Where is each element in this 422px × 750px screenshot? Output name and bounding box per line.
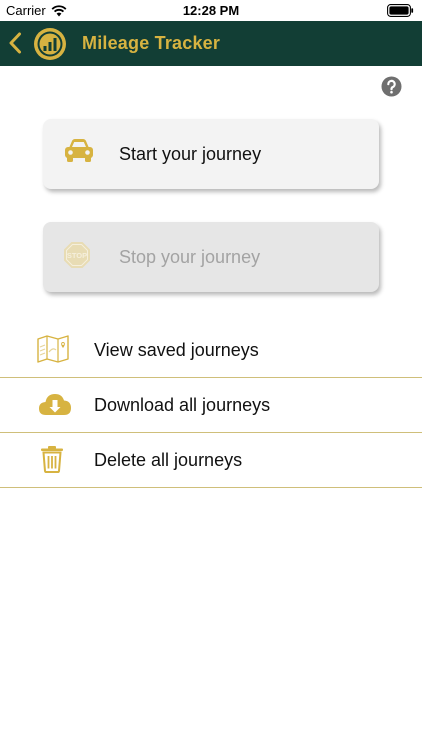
battery-icon <box>387 4 414 20</box>
map-icon <box>37 335 69 368</box>
download-all-journeys-row[interactable]: Download all journeys <box>0 378 422 432</box>
view-saved-journeys-row[interactable]: View saved journeys <box>0 323 422 377</box>
back-button[interactable] <box>6 31 26 55</box>
stop-journey-button: STOP Stop your journey <box>43 222 379 292</box>
download-all-journeys-label: Download all journeys <box>94 395 271 415</box>
help-button[interactable] <box>381 76 402 97</box>
delete-all-journeys-row[interactable]: Delete all journeys <box>0 433 422 487</box>
trash-icon <box>37 445 67 478</box>
divider <box>0 487 422 488</box>
nav-title: Mileage Tracker <box>82 33 221 53</box>
status-time: 12:28 PM <box>182 3 240 18</box>
status-bar: Carrier 12:28 PM <box>0 0 422 21</box>
start-journey-button[interactable]: Start your journey <box>43 119 379 189</box>
stop-journey-label: Stop your journey <box>119 247 261 267</box>
question-circle-icon <box>381 76 402 97</box>
stop-sign-icon: STOP <box>62 240 92 275</box>
navigation-bar: Mileage Tracker <box>0 21 422 66</box>
chevron-left-icon <box>9 32 21 54</box>
app-logo-icon <box>33 27 67 61</box>
start-journey-label: Start your journey <box>119 144 262 164</box>
cloud-download-icon <box>37 390 73 423</box>
view-saved-journeys-label: View saved journeys <box>94 340 259 360</box>
car-icon <box>62 137 96 170</box>
delete-all-journeys-label: Delete all journeys <box>94 450 243 470</box>
svg-text:STOP: STOP <box>67 251 87 260</box>
